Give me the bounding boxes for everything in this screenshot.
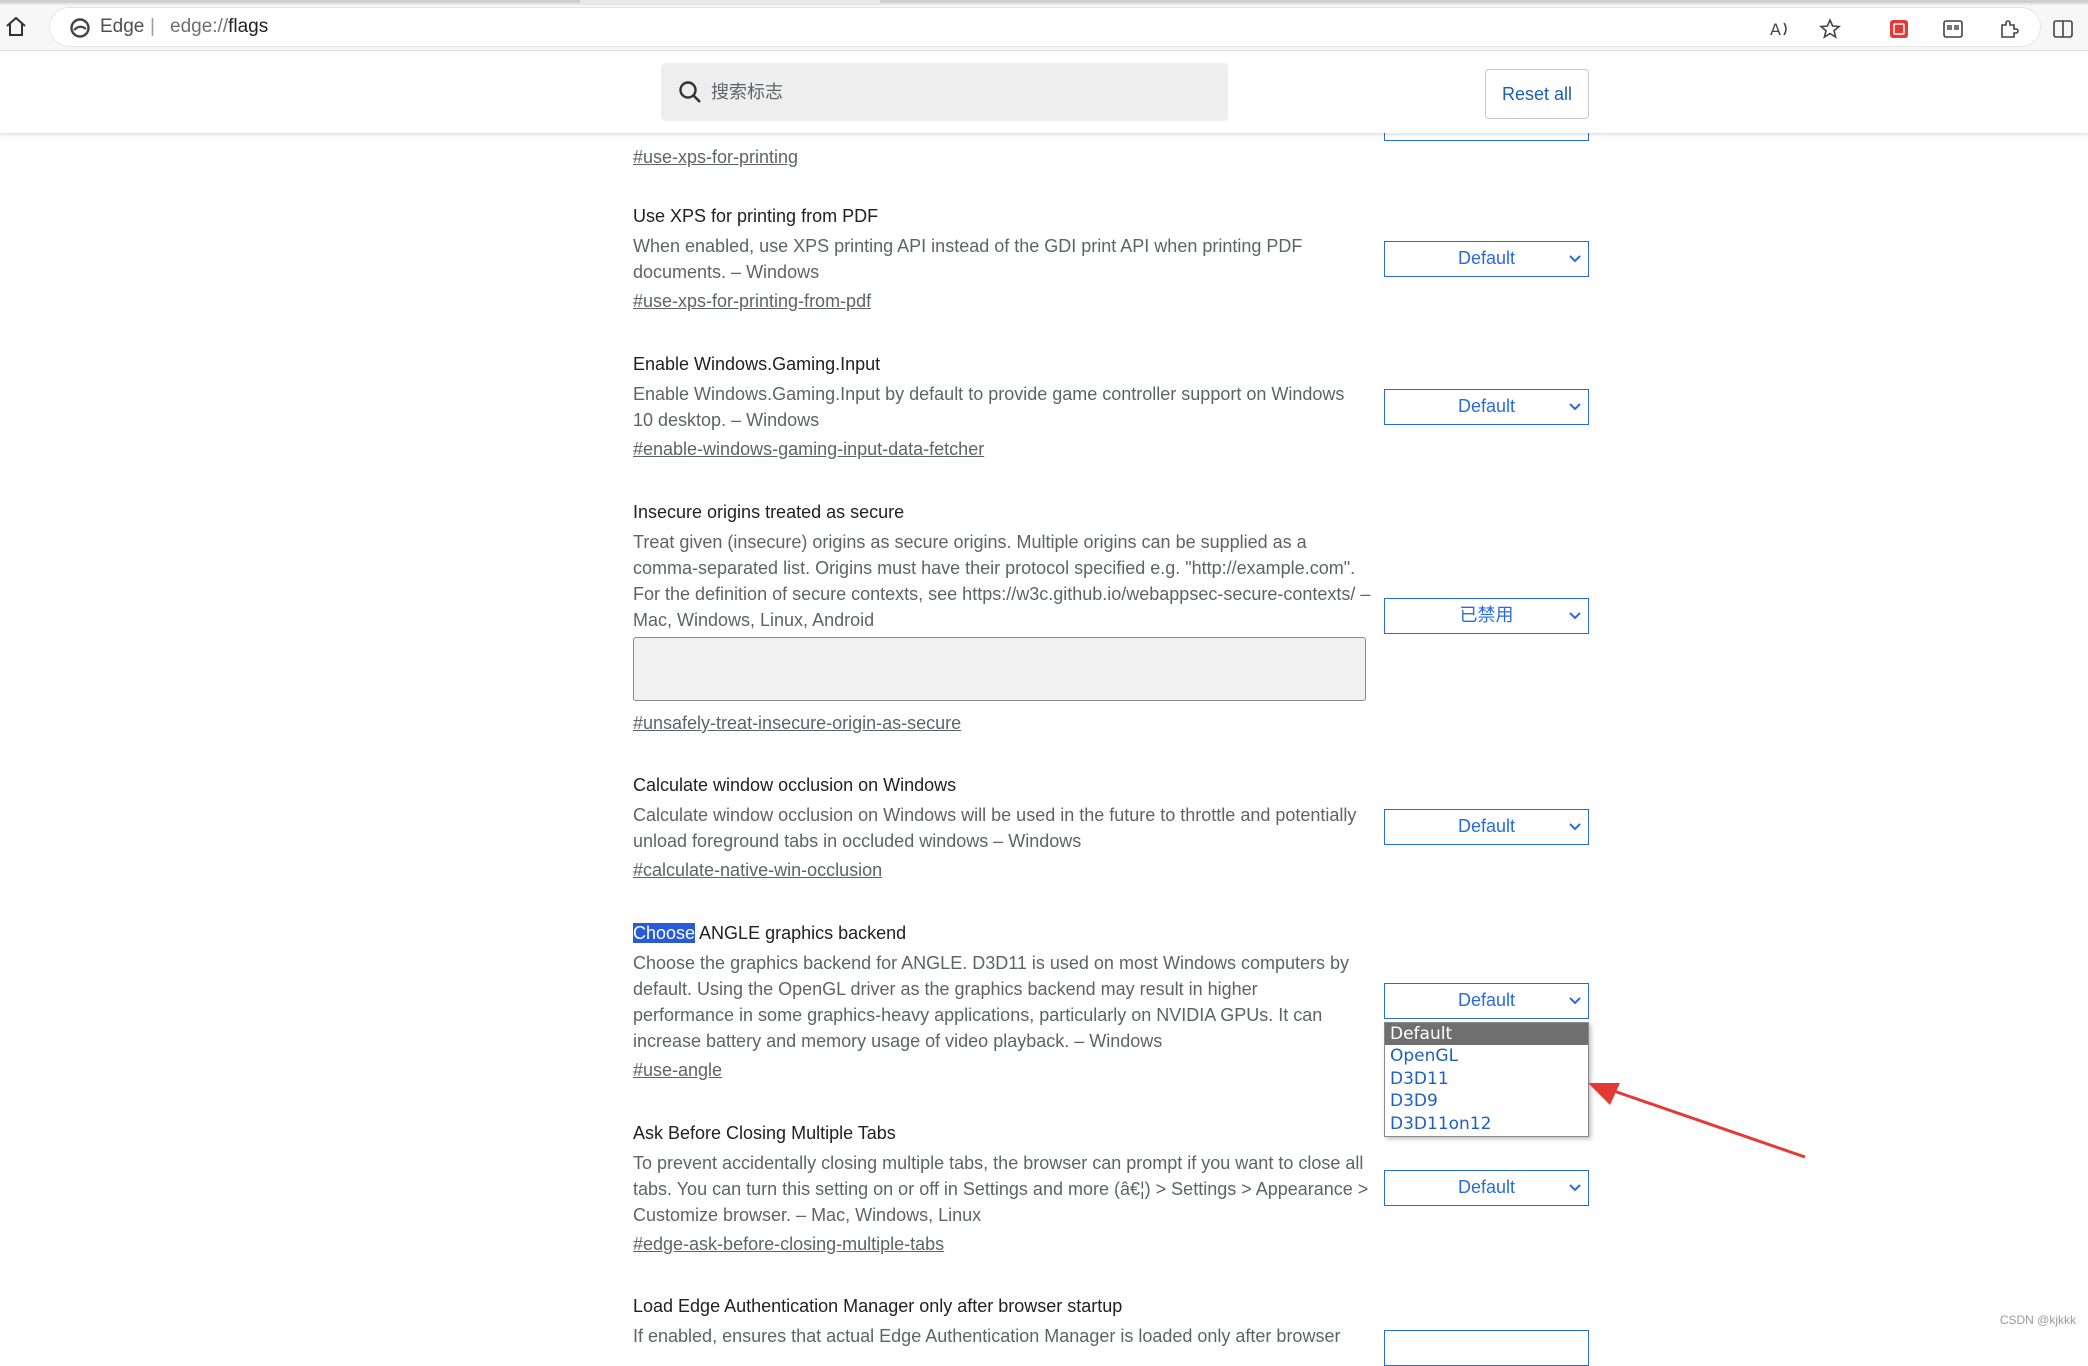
experiment-select[interactable]: Default (1384, 241, 1589, 277)
annotation-arrow-icon (1588, 1083, 1806, 1159)
dropdown-option-opengl[interactable]: OpenGL (1385, 1045, 1588, 1067)
experiment-use-xps-for-printing-from-pdf: Use XPS for printing from PDF When enabl… (633, 204, 1363, 314)
svg-text:A: A (1770, 20, 1781, 39)
experiment-link[interactable]: #edge-ask-before-closing-multiple-tabs (633, 1231, 944, 1257)
experiment-select[interactable]: Default (1384, 1170, 1589, 1206)
experiment-description: Treat given (insecure) origins as secure… (633, 532, 1371, 630)
experiment-select[interactable]: Default (1384, 389, 1589, 425)
chevron-down-icon (1569, 255, 1581, 263)
select-value: Default (1457, 1177, 1516, 1197)
flags-header: Reset all (0, 51, 2088, 133)
experiment-title: Load Edge Authentication Manager only af… (633, 1296, 1123, 1316)
search-highlight: Choose (633, 923, 696, 943)
collections-icon[interactable] (1941, 17, 1965, 41)
experiment-description: Choose the graphics backend for ANGLE. D… (633, 953, 1350, 1051)
chevron-down-icon (1569, 1184, 1581, 1192)
url-scheme: edge:// (170, 16, 229, 37)
browser-toolbar: Edge | edge://flags A (0, 5, 2088, 51)
experiment-select-partial[interactable] (1384, 1330, 1589, 1366)
favorite-star-icon[interactable] (1818, 17, 1842, 41)
experiment-select[interactable]: 已禁用 (1384, 598, 1589, 634)
origins-textarea[interactable] (633, 637, 1366, 701)
experiment-description: Enable Windows.Gaming.Input by default t… (633, 384, 1345, 430)
select-value: Default (1457, 816, 1516, 836)
reset-all-button[interactable]: Reset all (1485, 69, 1589, 119)
experiment-title: Choose ANGLE graphics backend (633, 921, 1363, 945)
address-bar[interactable]: Edge | edge://flags A (50, 8, 2073, 46)
read-aloud-icon[interactable]: A (1768, 17, 1792, 41)
dropdown-option-d3d11[interactable]: D3D11 (1385, 1068, 1588, 1090)
select-value: Default (1457, 990, 1516, 1010)
experiment-title-rest: ANGLE graphics backend (695, 923, 907, 943)
experiment-use-xps-for-printing: #use-xps-for-printing (633, 141, 1363, 170)
experiment-link[interactable]: #enable-windows-gaming-input-data-fetche… (633, 436, 984, 462)
experiment-link[interactable]: #calculate-native-win-occlusion (633, 857, 882, 883)
flags-content: #use-xps-for-printing Use XPS for printi… (0, 0, 2088, 1366)
browser-brand: Edge (100, 16, 145, 37)
tab-strip-segment (880, 0, 2088, 3)
experiment-description: If enabled, ensures that actual Edge Aut… (633, 1326, 1341, 1346)
home-icon[interactable] (2, 13, 30, 41)
experiment-description: Calculate window occlusion on Windows wi… (633, 805, 1357, 851)
dropdown-option-default[interactable]: Default (1385, 1023, 1588, 1046)
search-icon (679, 81, 701, 103)
edge-logo-icon (70, 18, 90, 38)
experiment-description: To prevent accidentally closing multiple… (633, 1153, 1369, 1225)
experiment-title: Ask Before Closing Multiple Tabs (633, 1123, 896, 1143)
experiment-use-angle: Choose ANGLE graphics backend Choose the… (633, 921, 1363, 1083)
experiment-title: Insecure origins treated as secure (633, 502, 905, 522)
angle-backend-select[interactable]: Default (1384, 983, 1589, 1019)
url-path: flags (228, 16, 269, 37)
url-separator: | (150, 16, 155, 37)
experiment-title: Enable Windows.Gaming.Input (633, 354, 881, 374)
chevron-down-icon (1569, 823, 1581, 831)
experiment-link[interactable]: #use-angle (633, 1057, 722, 1083)
search-input[interactable] (711, 63, 1211, 121)
experiment-calculate-window-occlusion: Calculate window occlusion on Windows Ca… (633, 773, 1363, 883)
experiment-title: Use XPS for printing from PDF (633, 206, 879, 226)
experiment-load-edge-auth-manager: Load Edge Authentication Manager only af… (633, 1294, 1373, 1349)
experiment-link[interactable]: #use-xps-for-printing (633, 144, 798, 170)
experiment-link[interactable]: #use-xps-for-printing-from-pdf (633, 288, 871, 314)
select-value: Default (1457, 248, 1516, 268)
split-screen-icon[interactable] (2051, 17, 2075, 41)
experiment-enable-windows-gaming-input: Enable Windows.Gaming.Input Enable Windo… (633, 352, 1363, 462)
experiment-description: When enabled, use XPS printing API inste… (633, 236, 1303, 282)
chevron-down-icon (1569, 612, 1581, 620)
experiment-title: Calculate window occlusion on Windows (633, 775, 957, 795)
select-value: 已禁用 (1459, 605, 1514, 625)
experiment-ask-before-closing-multiple-tabs: Ask Before Closing Multiple Tabs To prev… (633, 1121, 1373, 1257)
experiment-link[interactable]: #unsafely-treat-insecure-origin-as-secur… (633, 710, 961, 736)
extensions-puzzle-icon[interactable] (1997, 17, 2021, 41)
chevron-down-icon (1569, 403, 1581, 411)
flags-search-box[interactable] (661, 63, 1228, 121)
watermark: CSDN @kjkkk (1999, 1313, 2076, 1327)
url-text: edge://flags (170, 16, 268, 38)
dropdown-option-d3d11on12[interactable]: D3D11on12 (1385, 1113, 1588, 1135)
select-value: Default (1457, 396, 1516, 416)
angle-backend-dropdown: Default OpenGL D3D11 D3D9 D3D11on12 (1384, 1022, 1589, 1137)
tab-strip-segment (0, 0, 580, 3)
extension-red-icon[interactable] (1887, 17, 1911, 41)
dropdown-option-d3d9[interactable]: D3D9 (1385, 1090, 1588, 1112)
experiment-select[interactable]: Default (1384, 809, 1589, 845)
chevron-down-icon (1569, 997, 1581, 1005)
